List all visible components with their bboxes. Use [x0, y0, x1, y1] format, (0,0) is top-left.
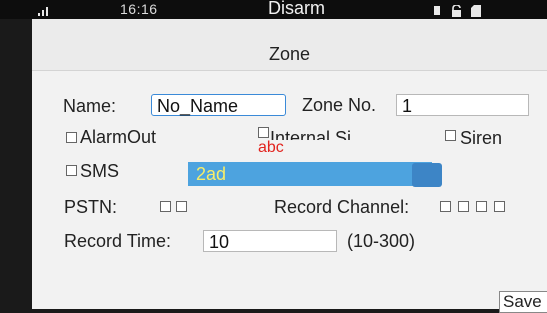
status-bar: 16:16 Disarm — [0, 0, 547, 19]
sms-checkbox[interactable] — [66, 165, 77, 176]
record-channel-checkbox-1[interactable] — [440, 201, 451, 212]
input-mode-hint: abc — [258, 139, 284, 156]
page-title: Zone — [268, 44, 311, 64]
record-channel-checkbox-3[interactable] — [476, 201, 487, 212]
pstn-label: PSTN: — [64, 197, 118, 217]
zone-no-field[interactable]: 1 — [396, 94, 529, 116]
lock-icon — [451, 4, 462, 17]
arm-status: Disarm — [268, 0, 325, 18]
zone-dialog: Zone Name: No_Name Zone No. 1 AlarmOut I… — [32, 19, 547, 313]
zone-no-label: Zone No. — [302, 95, 377, 115]
signal-icon — [38, 5, 52, 16]
record-time-field[interactable]: 10 — [203, 230, 337, 252]
internal-siren-checkbox[interactable] — [258, 127, 269, 138]
siren-checkbox[interactable] — [445, 130, 456, 141]
save-button[interactable]: Save — [499, 291, 547, 313]
clock: 16:16 — [120, 1, 158, 17]
record-channel-checkbox-4[interactable] — [494, 201, 505, 212]
alarm-out-checkbox[interactable] — [66, 132, 77, 143]
pstn-checkbox-1[interactable] — [160, 201, 171, 212]
record-time-label: Record Time: — [64, 231, 172, 251]
record-channel-label: Record Channel: — [274, 197, 410, 217]
ime-composition-bar[interactable]: 2ad — [188, 162, 432, 186]
dialog-header: Zone — [32, 19, 547, 71]
internal-siren-label-clip: Internal Si — [270, 127, 380, 140]
device-icon — [434, 6, 440, 15]
name-label: Name: — [63, 96, 117, 116]
alarm-out-label: AlarmOut — [80, 127, 157, 147]
siren-label: Siren — [460, 128, 503, 148]
name-field[interactable]: No_Name — [151, 94, 286, 116]
record-time-range: (10-300) — [347, 231, 416, 251]
sms-label: SMS — [80, 161, 120, 181]
sd-card-icon — [471, 4, 481, 17]
pstn-checkbox-2[interactable] — [176, 201, 187, 212]
record-channel-checkbox-2[interactable] — [458, 201, 469, 212]
ime-candidate-button[interactable] — [412, 163, 442, 187]
